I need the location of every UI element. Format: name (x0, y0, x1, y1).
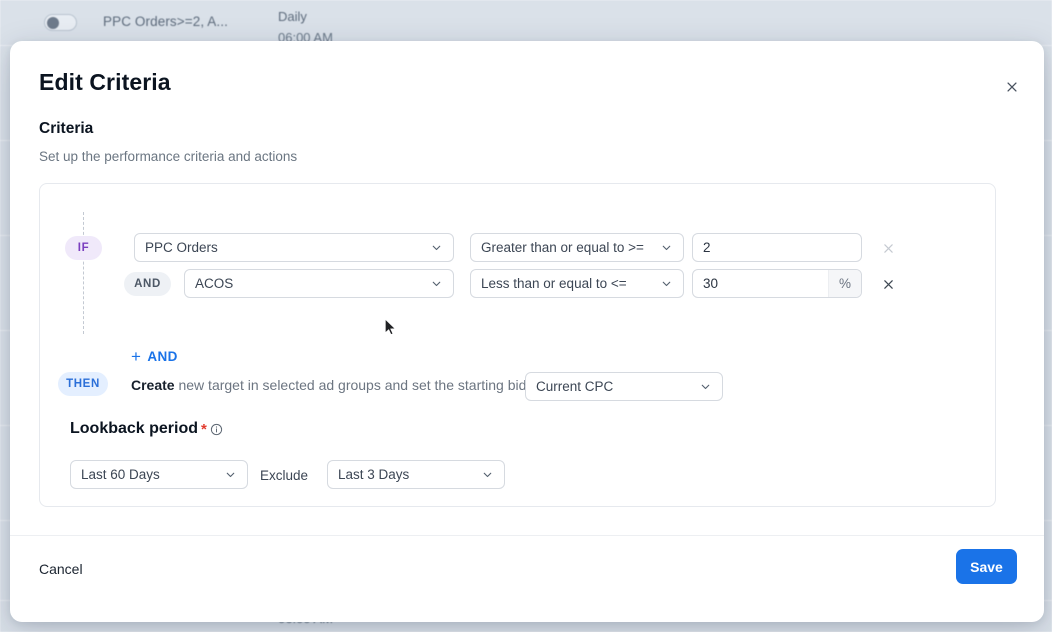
add-condition-button[interactable]: + AND (131, 348, 178, 365)
lookback-period-select[interactable]: Last 60 Days (70, 460, 248, 489)
edit-criteria-modal: Edit Criteria Criteria Set up the perfor… (10, 41, 1044, 622)
plus-icon: + (131, 347, 142, 366)
badge-and: AND (124, 272, 171, 296)
save-button[interactable]: Save (956, 549, 1017, 584)
lookback-period-value: Last 60 Days (81, 467, 160, 482)
schedule-frequency: Daily (278, 9, 307, 24)
action-description: Create new target in selected ad groups … (131, 376, 542, 394)
chevron-down-icon (662, 281, 671, 287)
chevron-down-icon (432, 281, 441, 287)
metric-select-row-2[interactable]: ACOS (184, 269, 454, 298)
lookback-period-label: Lookback period * (70, 420, 223, 438)
operator-select-row-2[interactable]: Less than or equal to <= (470, 269, 684, 298)
value-unit-suffix-row-2: % (827, 270, 861, 297)
operator-select-row-2-value: Less than or equal to <= (481, 276, 627, 291)
chevron-down-icon (701, 384, 710, 390)
starting-bid-select[interactable]: Current CPC (525, 372, 723, 401)
chevron-down-icon (483, 472, 492, 478)
exclude-label: Exclude (260, 468, 309, 483)
required-asterisk: * (201, 420, 207, 438)
close-icon[interactable] (999, 74, 1025, 100)
add-condition-label: AND (147, 349, 178, 364)
cancel-button[interactable]: Cancel (39, 561, 83, 577)
chevron-down-icon (432, 245, 441, 251)
remove-condition-row-2[interactable] (879, 275, 897, 293)
lookback-label-text: Lookback period (70, 420, 199, 437)
value-input-row-2[interactable]: 30 % (692, 269, 862, 298)
badge-if: IF (65, 236, 102, 260)
value-input-row-1[interactable]: 2 (692, 233, 862, 262)
footer-divider (10, 535, 1044, 536)
criteria-card: IF PPC Orders Greater than or equal to >… (39, 183, 996, 507)
starting-bid-value: Current CPC (536, 379, 614, 394)
modal-title: Edit Criteria (39, 69, 171, 95)
exclude-period-select[interactable]: Last 3 Days (327, 460, 505, 489)
metric-select-row-1-value: PPC Orders (145, 240, 218, 255)
badge-then: THEN (58, 372, 108, 396)
metric-select-row-2-value: ACOS (195, 276, 234, 291)
info-icon[interactable] (210, 423, 223, 436)
chevron-down-icon (226, 472, 235, 478)
metric-select-row-1[interactable]: PPC Orders (134, 233, 454, 262)
action-text: new target in selected ad groups and set… (174, 377, 542, 393)
value-input-row-1-value: 2 (703, 240, 711, 255)
section-description: Set up the performance criteria and acti… (39, 149, 298, 164)
section-heading: Criteria (39, 120, 94, 137)
chevron-down-icon (662, 245, 671, 251)
operator-select-row-1-value: Greater than or equal to >= (481, 240, 644, 255)
rule-name-label: PPC Orders>=2, A... (103, 14, 228, 29)
mouse-cursor (384, 318, 397, 336)
action-verb: Create (131, 377, 175, 393)
operator-select-row-1[interactable]: Greater than or equal to >= (470, 233, 684, 262)
rule-enable-toggle[interactable] (44, 14, 77, 31)
condition-connector-line (83, 212, 84, 334)
value-input-row-2-value: 30 (703, 276, 719, 291)
exclude-period-value: Last 3 Days (338, 467, 410, 482)
remove-condition-row-1[interactable] (879, 239, 897, 257)
